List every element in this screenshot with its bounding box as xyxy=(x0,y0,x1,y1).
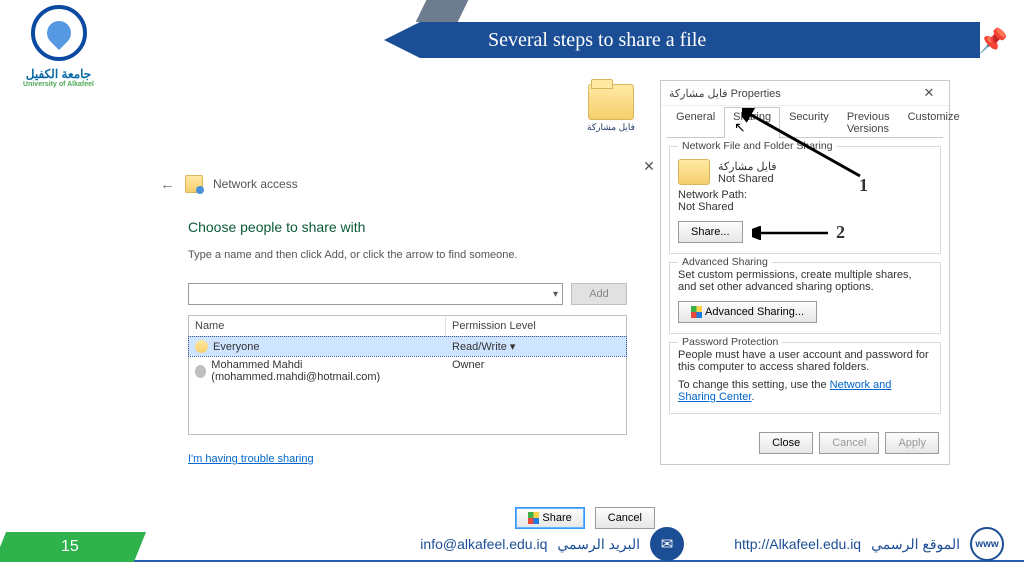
network-access-icon xyxy=(185,175,203,193)
dialog-header: Network access xyxy=(213,177,298,191)
tab-general[interactable]: General xyxy=(667,107,724,138)
advanced-sharing-button[interactable]: Advanced Sharing... xyxy=(678,301,817,323)
choose-heading: Choose people to share with xyxy=(188,219,627,235)
tab-previous-versions[interactable]: Previous Versions xyxy=(838,107,899,138)
dialog-title: فايل مشاركة Properties xyxy=(669,87,781,100)
share-list: Name Permission Level Everyone Read/Writ… xyxy=(188,315,627,435)
callout-2: 2 xyxy=(836,222,845,243)
section-network-sharing: Network File and Folder Sharing فايل مشا… xyxy=(669,146,941,254)
close-icon[interactable]: ✕ xyxy=(917,85,941,101)
cancel-button: Cancel xyxy=(819,432,879,454)
col-permission[interactable]: Permission Level xyxy=(446,316,626,336)
banner-decor xyxy=(416,0,471,22)
shield-icon xyxy=(528,512,539,524)
share-button[interactable]: Share... xyxy=(678,221,743,243)
group-icon xyxy=(195,340,208,353)
folder-icon xyxy=(678,159,710,185)
close-button[interactable]: Close xyxy=(759,432,813,454)
user-icon xyxy=(195,365,206,378)
folder-name: فايل مشاركة xyxy=(718,160,777,173)
chevron-down-icon: ▾ xyxy=(553,289,558,300)
people-combobox[interactable]: ▾ xyxy=(188,283,563,305)
footer-email: info@alkafeel.edu.iq البريد الرسمي ✉ xyxy=(420,527,684,561)
tab-customize[interactable]: Customize xyxy=(899,107,969,138)
footer-email-link[interactable]: info@alkafeel.edu.iq xyxy=(420,536,547,552)
advanced-text: Set custom permissions, create multiple … xyxy=(678,269,932,293)
university-logo: جامعة الكفيل University of Alkafeel xyxy=(17,5,100,88)
cancel-button[interactable]: Cancel xyxy=(595,507,655,529)
mail-icon: ✉ xyxy=(650,527,684,561)
network-path-label: Network Path: xyxy=(678,189,932,201)
trouble-sharing-link[interactable]: I'm having trouble sharing xyxy=(188,453,627,465)
instruction-text: Type a name and then click Add, or click… xyxy=(188,249,627,261)
table-row[interactable]: Everyone Read/Write ▾ xyxy=(189,337,626,356)
tab-strip: General Sharing Security Previous Versio… xyxy=(667,106,943,138)
properties-dialog: فايل مشاركة Properties ✕ General Sharing… xyxy=(660,80,950,465)
section-advanced-sharing: Advanced Sharing Set custom permissions,… xyxy=(669,262,941,334)
pin-icon: 📌 xyxy=(978,27,1004,53)
desktop-folder[interactable]: فايل مشاركة xyxy=(581,84,641,133)
network-access-dialog: ← Network access Choose people to share … xyxy=(160,175,655,465)
col-name[interactable]: Name xyxy=(189,316,446,336)
add-button[interactable]: Add xyxy=(571,283,627,305)
slide-title: Several steps to share a file xyxy=(488,29,706,52)
table-row[interactable]: Mohammed Mahdi (mohammed.mahdi@hotmail.c… xyxy=(189,356,626,386)
footer-site: http://Alkafeel.edu.iq الموقع الرسمي www xyxy=(734,527,1004,561)
tab-sharing[interactable]: Sharing xyxy=(724,107,780,138)
callout-1: 1 xyxy=(859,175,868,196)
section-password-protection: Password Protection People must have a u… xyxy=(669,342,941,414)
footer-site-link[interactable]: http://Alkafeel.edu.iq xyxy=(734,536,861,552)
tab-security[interactable]: Security xyxy=(780,107,838,138)
share-button[interactable]: Share xyxy=(515,507,584,529)
back-icon[interactable]: ← xyxy=(160,176,175,193)
share-status: Not Shared xyxy=(718,173,777,185)
apply-button: Apply xyxy=(885,432,939,454)
globe-icon: www xyxy=(970,527,1004,561)
network-path-value: Not Shared xyxy=(678,201,932,213)
page-number-badge: 15 xyxy=(0,532,146,562)
shield-icon xyxy=(691,306,702,318)
folder-icon xyxy=(588,84,634,120)
slide-banner: Several steps to share a file xyxy=(420,22,980,58)
pw-text-1: People must have a user account and pass… xyxy=(678,349,932,373)
